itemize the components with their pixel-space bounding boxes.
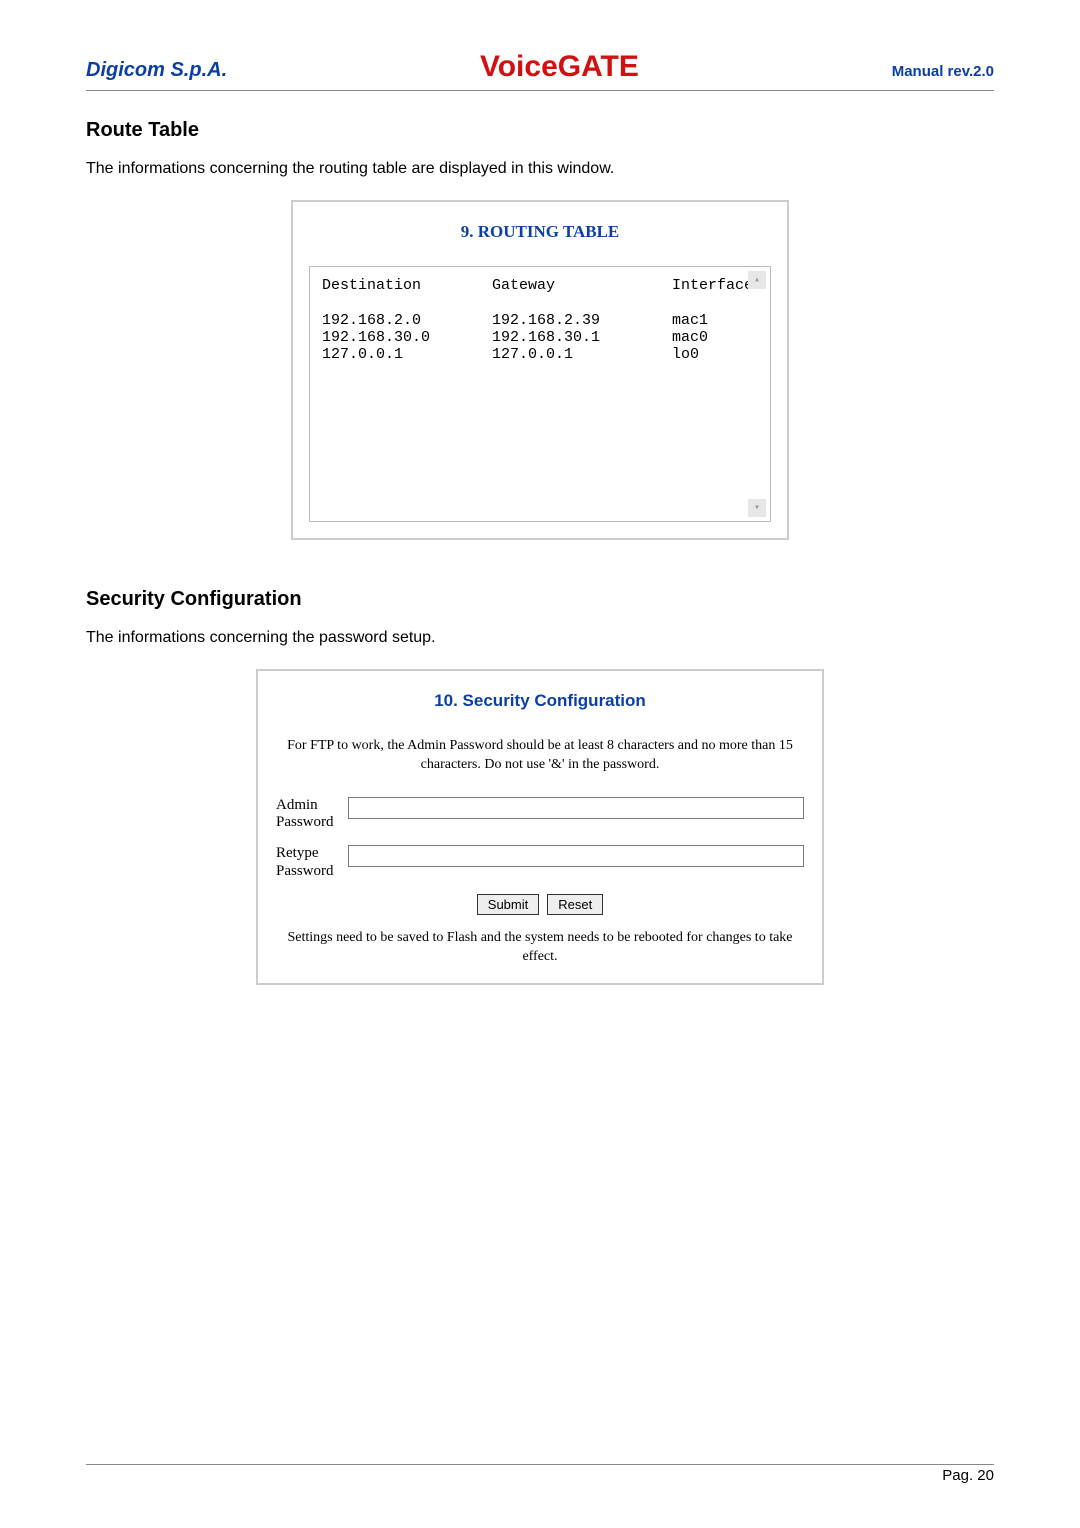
security-config-panel: 10. Security Configuration For FTP to wo…: [256, 669, 824, 985]
admin-password-label: Admin Password: [276, 797, 348, 832]
retype-label-line2: Password: [276, 863, 348, 880]
manual-revision: Manual rev.2.0: [892, 63, 994, 80]
page-number: Pag. 20: [86, 1464, 994, 1484]
cell-gateway: 192.168.2.39: [492, 312, 672, 329]
cell-destination: 127.0.0.1: [322, 346, 492, 363]
retype-password-row: Retype Password: [276, 845, 804, 880]
cell-interface: mac0: [672, 329, 752, 346]
routing-panel-title: 9. ROUTING TABLE: [309, 222, 771, 242]
cell-interface: lo0: [672, 346, 752, 363]
table-row: 192.168.2.0 192.168.2.39 mac1: [322, 312, 758, 329]
security-note: For FTP to work, the Admin Password shou…: [276, 737, 804, 775]
security-footer-note: Settings need to be saved to Flash and t…: [276, 929, 804, 967]
scroll-down-icon: ▾: [748, 499, 766, 517]
table-row: 127.0.0.1 127.0.0.1 lo0: [322, 346, 758, 363]
col-gateway: Gateway: [492, 277, 672, 294]
security-heading: Security Configuration: [86, 588, 994, 611]
cell-gateway: 192.168.30.1: [492, 329, 672, 346]
col-destination: Destination: [322, 277, 492, 294]
routing-columns: Destination Gateway Interface: [322, 277, 758, 294]
page-header: Digicom S.p.A. VoiceGATE Manual rev.2.0: [86, 50, 994, 91]
security-intro: The informations concerning the password…: [86, 629, 994, 647]
reset-button[interactable]: Reset: [547, 894, 603, 915]
table-row: 192.168.30.0 192.168.30.1 mac0: [322, 329, 758, 346]
cell-gateway: 127.0.0.1: [492, 346, 672, 363]
route-table-intro: The informations concerning the routing …: [86, 160, 994, 178]
retype-password-label: Retype Password: [276, 845, 348, 880]
product-name: VoiceGATE: [480, 50, 639, 84]
admin-label-line2: Password: [276, 814, 348, 831]
security-buttons: Submit Reset: [276, 894, 804, 915]
routing-table-panel: 9. ROUTING TABLE Destination Gateway Int…: [291, 200, 789, 540]
admin-password-row: Admin Password: [276, 797, 804, 832]
company-name: Digicom S.p.A.: [86, 59, 227, 82]
cell-destination: 192.168.2.0: [322, 312, 492, 329]
cell-interface: mac1: [672, 312, 752, 329]
retype-password-input[interactable]: [348, 845, 804, 867]
routing-table-box: Destination Gateway Interface 192.168.2.…: [309, 266, 771, 522]
route-table-heading: Route Table: [86, 119, 994, 142]
security-panel-title: 10. Security Configuration: [276, 691, 804, 711]
submit-button[interactable]: Submit: [477, 894, 539, 915]
col-interface: Interface: [672, 277, 752, 294]
admin-password-input[interactable]: [348, 797, 804, 819]
cell-destination: 192.168.30.0: [322, 329, 492, 346]
admin-label-line1: Admin: [276, 797, 348, 814]
retype-label-line1: Retype: [276, 845, 348, 862]
